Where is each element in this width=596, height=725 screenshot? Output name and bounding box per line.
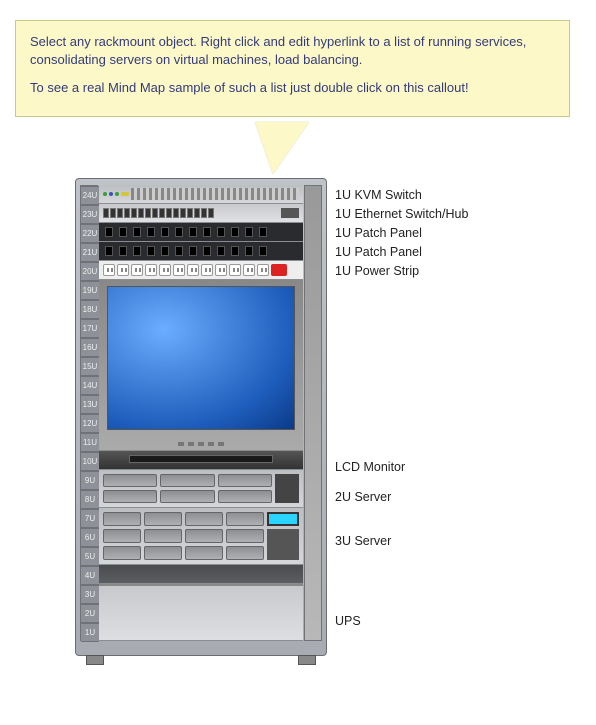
device-power-strip[interactable]	[99, 261, 303, 280]
callout-tail	[255, 122, 309, 174]
device-3u-server[interactable]	[99, 508, 303, 565]
rack: 24U 23U 22U 21U 20U 19U 18U 17U 16U 15U …	[75, 178, 327, 656]
u-label: 21U	[81, 243, 99, 262]
u-label: 11U	[81, 433, 99, 452]
u-label: 3U	[81, 585, 99, 604]
u-label: 8U	[81, 490, 99, 509]
rack-rail-right	[304, 185, 322, 641]
device-ethernet-switch[interactable]	[99, 204, 303, 223]
u-label: 16U	[81, 338, 99, 357]
u-label: 15U	[81, 357, 99, 376]
diagram-stage: 24U 23U 22U 21U 20U 19U 18U 17U 16U 15U …	[75, 178, 545, 656]
u-label: 17U	[81, 319, 99, 338]
label-ups: UPS	[335, 614, 361, 628]
label-2u: 2U Server	[335, 490, 391, 504]
device-2u-server[interactable]	[99, 470, 303, 508]
u-label: 9U	[81, 471, 99, 490]
u-label: 4U	[81, 566, 99, 585]
u-label: 18U	[81, 300, 99, 319]
u-label: 6U	[81, 528, 99, 547]
u-label: 14U	[81, 376, 99, 395]
u-label: 1U	[81, 623, 99, 642]
u-label: 5U	[81, 547, 99, 566]
u-label: 10U	[81, 452, 99, 471]
u-label: 12U	[81, 414, 99, 433]
label-patch1: 1U Patch Panel	[335, 226, 422, 240]
device-lcd-tray[interactable]	[99, 451, 303, 470]
device-kvm-switch[interactable]	[99, 185, 303, 204]
rack-rail-left: 24U 23U 22U 21U 20U 19U 18U 17U 16U 15U …	[80, 185, 98, 641]
rack-foot	[86, 655, 104, 665]
device-patch-panel[interactable]	[99, 223, 303, 242]
label-lcd: LCD Monitor	[335, 460, 405, 474]
u-label: 20U	[81, 262, 99, 281]
u-label: 22U	[81, 224, 99, 243]
u-label: 24U	[81, 186, 99, 205]
callout-text-2: To see a real Mind Map sample of such a …	[30, 79, 555, 97]
rack-slots	[99, 185, 303, 641]
callout-text-1: Select any rackmount object. Right click…	[30, 33, 555, 69]
u-label: 13U	[81, 395, 99, 414]
u-label: 19U	[81, 281, 99, 300]
callout-box[interactable]: Select any rackmount object. Right click…	[15, 20, 570, 117]
u-label: 2U	[81, 604, 99, 623]
device-ups[interactable]	[99, 584, 303, 641]
u-label: 23U	[81, 205, 99, 224]
rack-foot	[298, 655, 316, 665]
label-kvm: 1U KVM Switch	[335, 188, 422, 202]
device-patch-panel[interactable]	[99, 242, 303, 261]
empty-slot	[99, 565, 303, 584]
label-patch2: 1U Patch Panel	[335, 245, 422, 259]
u-label: 7U	[81, 509, 99, 528]
device-lcd-monitor[interactable]	[99, 280, 303, 451]
label-eth: 1U Ethernet Switch/Hub	[335, 207, 468, 221]
label-3u: 3U Server	[335, 534, 391, 548]
label-power: 1U Power Strip	[335, 264, 419, 278]
